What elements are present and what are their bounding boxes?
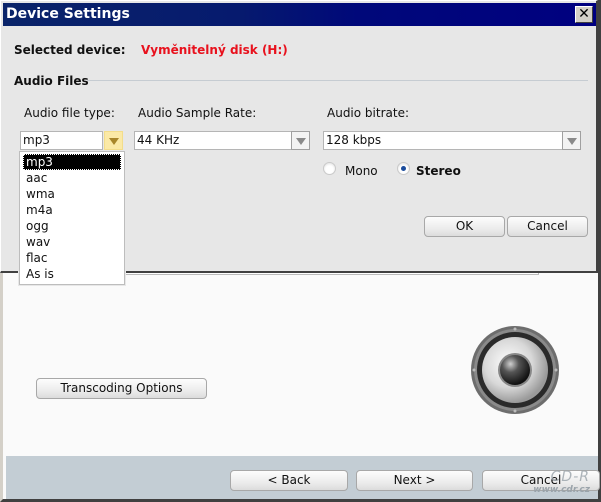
audio-file-type-select[interactable]: mp3 bbox=[20, 131, 103, 150]
selected-device-label: Selected device: bbox=[14, 43, 126, 57]
audio-file-type-dropdown-button[interactable] bbox=[104, 131, 123, 150]
option-flac[interactable]: flac bbox=[23, 250, 121, 266]
bitrate-value: 128 kbps bbox=[326, 133, 382, 147]
mono-label[interactable]: Mono bbox=[345, 164, 378, 178]
chevron-down-icon bbox=[567, 138, 577, 145]
mono-radio[interactable] bbox=[323, 162, 336, 175]
stereo-radio[interactable] bbox=[397, 162, 410, 175]
radio-selected-dot bbox=[401, 166, 406, 171]
audio-files-group-label: Audio Files bbox=[14, 74, 89, 88]
watermark-logo: CD-R bbox=[550, 469, 590, 485]
watermark-url: www.cdr.cz bbox=[533, 485, 590, 495]
speaker-icon bbox=[469, 326, 561, 418]
sample-rate-value: 44 KHz bbox=[137, 133, 180, 147]
option-mp3[interactable]: mp3 bbox=[23, 154, 121, 170]
close-icon: ✕ bbox=[578, 6, 590, 22]
audio-file-type-label: Audio file type: bbox=[24, 106, 115, 120]
option-ogg[interactable]: ogg bbox=[23, 218, 121, 234]
option-wav[interactable]: wav bbox=[23, 234, 121, 250]
bitrate-label: Audio bitrate: bbox=[327, 106, 409, 120]
sample-rate-label: Audio Sample Rate: bbox=[138, 106, 257, 120]
option-wma[interactable]: wma bbox=[23, 186, 121, 202]
sample-rate-select[interactable]: 44 KHz bbox=[134, 131, 292, 150]
title-bar[interactable]: Device Settings ✕ bbox=[3, 3, 596, 26]
group-divider bbox=[87, 80, 588, 81]
audio-file-type-value: mp3 bbox=[23, 133, 50, 147]
cancel-button[interactable]: Cancel bbox=[507, 216, 588, 237]
stereo-label[interactable]: Stereo bbox=[416, 164, 461, 178]
audio-file-type-list[interactable]: mp3 aac wma m4a ogg wav flac As is bbox=[18, 150, 126, 286]
ok-button[interactable]: OK bbox=[424, 216, 505, 237]
transcoding-options-button[interactable]: Transcoding Options bbox=[36, 378, 207, 399]
chevron-down-icon bbox=[109, 138, 119, 145]
option-as-is[interactable]: As is bbox=[23, 266, 121, 282]
watermark: CD-R www.cdr.cz bbox=[533, 469, 590, 495]
close-button[interactable]: ✕ bbox=[575, 6, 593, 23]
next-button[interactable]: Next > bbox=[356, 470, 473, 491]
selected-device-value: Vyměnitelný disk (H:) bbox=[141, 43, 288, 57]
option-aac[interactable]: aac bbox=[23, 170, 121, 186]
chevron-down-icon bbox=[296, 138, 306, 145]
back-button[interactable]: < Back bbox=[230, 470, 348, 491]
sample-rate-dropdown-button[interactable] bbox=[291, 131, 310, 150]
option-m4a[interactable]: m4a bbox=[23, 202, 121, 218]
bitrate-dropdown-button[interactable] bbox=[562, 131, 581, 150]
dialog-title: Device Settings bbox=[6, 6, 130, 22]
bitrate-select[interactable]: 128 kbps bbox=[323, 131, 563, 150]
